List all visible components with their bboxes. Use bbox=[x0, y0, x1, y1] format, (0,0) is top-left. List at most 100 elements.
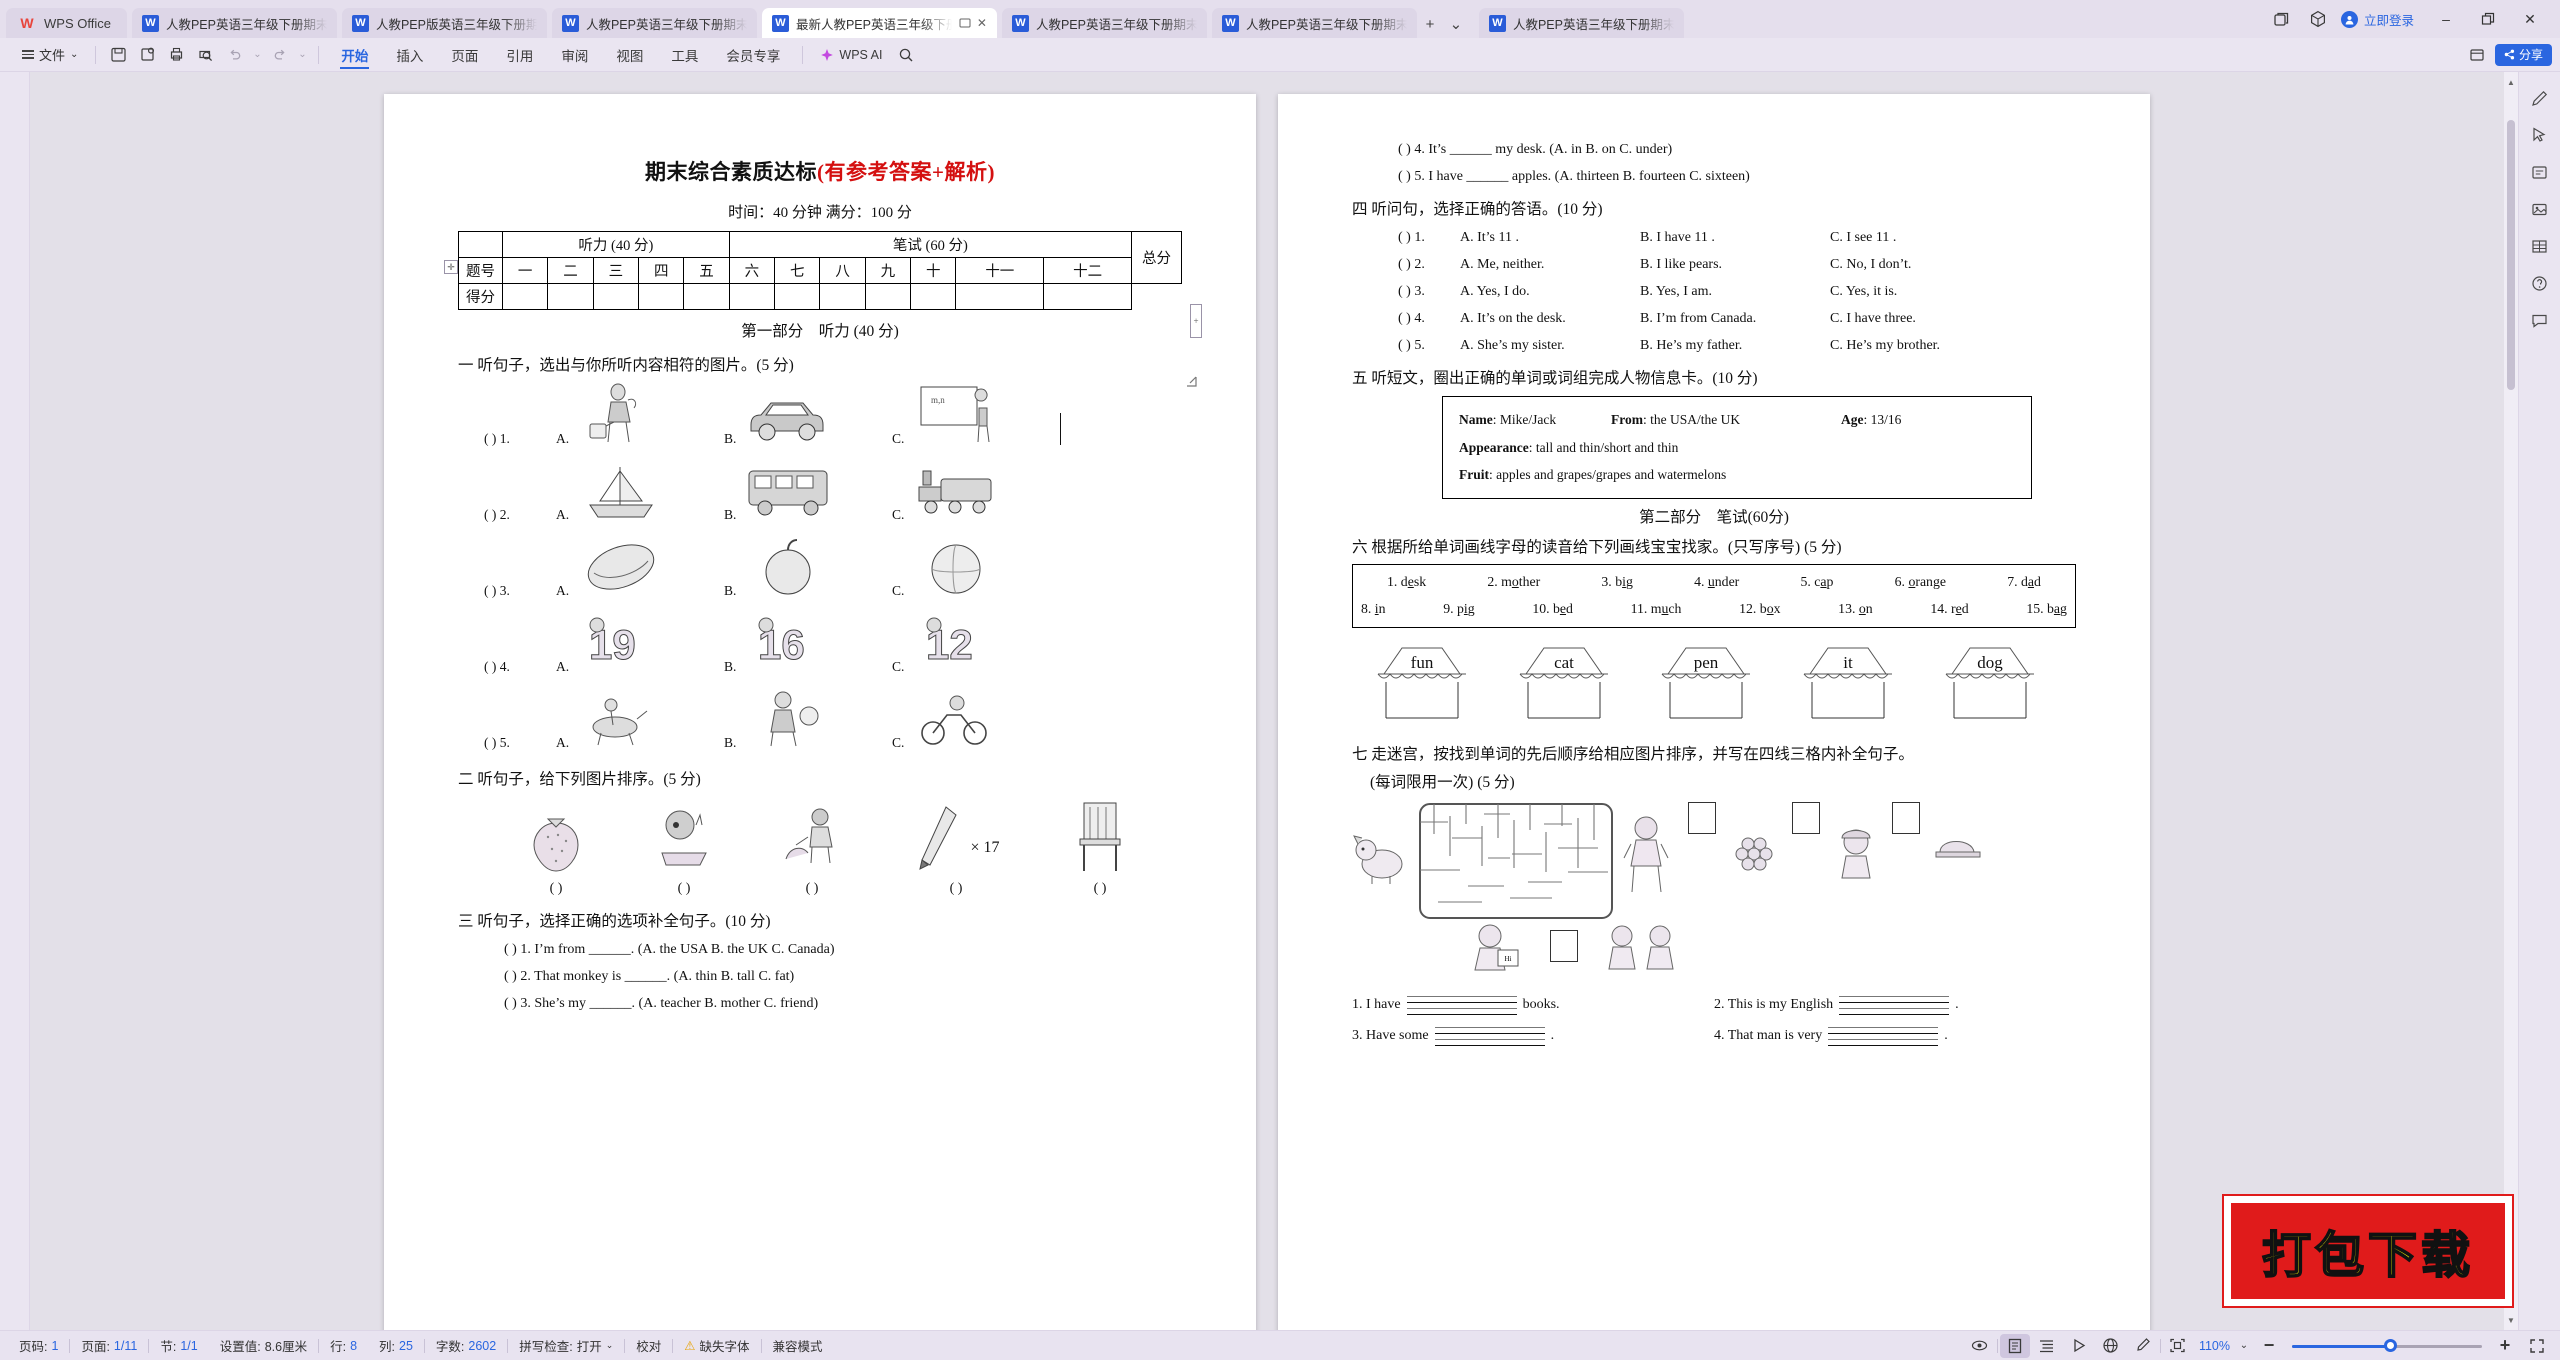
wps-ai-button[interactable]: WPS AI bbox=[812, 48, 890, 62]
status-proofread[interactable]: 校对 bbox=[625, 1336, 672, 1355]
wps-logo-icon: W bbox=[20, 15, 34, 31]
save-icon[interactable] bbox=[105, 42, 132, 68]
zoom-out-button[interactable]: − bbox=[2254, 1334, 2284, 1358]
tab-list-dropdown-icon[interactable]: ⌄ bbox=[1443, 10, 1469, 38]
status-section[interactable]: 节: 1/1 bbox=[149, 1336, 208, 1355]
ribbon-tab-start[interactable]: 开始 bbox=[328, 39, 381, 71]
scroll-down-icon[interactable]: ▼ bbox=[2504, 1312, 2518, 1328]
document-tab-3[interactable]: W 人教PEP英语三年级下册期末真题汇编 bbox=[551, 8, 757, 38]
ribbon-tab-tools[interactable]: 工具 bbox=[658, 39, 711, 71]
fit-page-icon[interactable] bbox=[2163, 1334, 2193, 1358]
zoom-slider[interactable] bbox=[2292, 1336, 2482, 1356]
zoom-in-button[interactable]: + bbox=[2490, 1334, 2520, 1358]
exam-subtitle: 时间：40 分钟 满分：100 分 bbox=[728, 205, 912, 221]
status-row[interactable]: 行: 8 bbox=[319, 1336, 368, 1355]
redo-dropdown-icon[interactable]: ⌄ bbox=[295, 42, 309, 68]
status-setting[interactable]: 设置值: 8.6厘米 bbox=[209, 1336, 318, 1355]
eye-view-icon[interactable] bbox=[1965, 1334, 1995, 1358]
question-3-1: ( ) 1. I’m from ______. (A. the USA B. t… bbox=[504, 942, 835, 957]
undo-dropdown-icon[interactable]: ⌄ bbox=[250, 42, 264, 68]
brush-view-icon[interactable] bbox=[2128, 1334, 2158, 1358]
presentation-view-icon[interactable] bbox=[2064, 1334, 2094, 1358]
four-line-grid[interactable] bbox=[1839, 995, 1950, 1015]
image-tool-icon[interactable] bbox=[2527, 197, 2553, 221]
document-page-right[interactable]: ( ) 4. It’s ______ my desk. (A. in B. on… bbox=[1278, 94, 2150, 1330]
web-view-icon[interactable] bbox=[2096, 1334, 2126, 1358]
table-corner-handle[interactable] bbox=[1184, 374, 1198, 388]
page-layout-view-icon[interactable] bbox=[1999, 1333, 2030, 1358]
ribbon-tab-view[interactable]: 视图 bbox=[603, 39, 656, 71]
score-table[interactable]: 听力 (40 分) 笔试 (60 分) 总分 题号 一 二 三 四 五 六 七 … bbox=[458, 231, 1182, 310]
status-page-number[interactable]: 页码: 1 bbox=[8, 1336, 69, 1355]
fullscreen-button[interactable] bbox=[2522, 1334, 2552, 1358]
four-line-grid[interactable] bbox=[1434, 1026, 1545, 1046]
apple-icon bbox=[740, 531, 836, 603]
answer-box-2[interactable] bbox=[1792, 801, 1820, 834]
table-resize-handle[interactable]: + bbox=[1190, 304, 1202, 338]
feedback-icon[interactable] bbox=[2527, 308, 2553, 332]
document-tab-2[interactable]: W 人教PEP版英语三年级下册期末基础达 bbox=[341, 8, 547, 38]
status-word-count[interactable]: 字数: 2602 bbox=[425, 1336, 507, 1355]
four-line-grid[interactable] bbox=[1406, 995, 1517, 1015]
save-as-cloud-icon[interactable] bbox=[134, 42, 161, 68]
undo-icon[interactable] bbox=[221, 42, 248, 68]
close-window-button[interactable]: ✕ bbox=[2510, 0, 2550, 38]
restore-window-button[interactable] bbox=[2468, 0, 2508, 38]
help-icon[interactable] bbox=[2527, 271, 2553, 295]
ribbon-tab-page[interactable]: 页面 bbox=[438, 39, 491, 71]
copy-window-icon[interactable] bbox=[2265, 4, 2299, 34]
outline-view-icon[interactable] bbox=[2032, 1334, 2062, 1358]
ocr-icon[interactable] bbox=[2527, 160, 2553, 184]
question-3-4: ( ) 4. It’s ______ my desk. (A. in B. on… bbox=[1398, 142, 1673, 157]
print-icon[interactable] bbox=[163, 42, 190, 68]
pen-tool-icon[interactable] bbox=[2527, 86, 2553, 110]
status-compat-mode[interactable]: 兼容模式 bbox=[762, 1336, 834, 1355]
document-tab-7[interactable]: W 人教PEP英语三年级下册期末能力训练 bbox=[1478, 8, 1684, 38]
ribbon-tab-review[interactable]: 审阅 bbox=[548, 39, 601, 71]
table-move-handle[interactable]: ✛ bbox=[444, 260, 458, 274]
search-icon[interactable] bbox=[892, 42, 919, 68]
svg-text:pen: pen bbox=[1694, 653, 1719, 672]
ribbon-tab-member[interactable]: 会员专享 bbox=[713, 39, 793, 71]
status-page-of[interactable]: 页面: 1/11 bbox=[70, 1336, 148, 1355]
four-line-grid[interactable] bbox=[1828, 1026, 1939, 1046]
status-missing-font[interactable]: ⚠ 缺失字体 bbox=[673, 1336, 760, 1355]
wps-office-label: WPS Office bbox=[44, 15, 111, 31]
cube-plugin-icon[interactable] bbox=[2301, 4, 2335, 34]
answer-box-1[interactable] bbox=[1688, 801, 1716, 834]
zoom-level-label[interactable]: 110% bbox=[2195, 1339, 2234, 1353]
share-button[interactable]: 分享 bbox=[2494, 43, 2552, 66]
new-tab-button[interactable]: + bbox=[1417, 10, 1443, 38]
document-tab-5[interactable]: W 人教PEP英语三年级下册期末真题汇编 bbox=[1001, 8, 1207, 38]
document-tab-6[interactable]: W 人教PEP英语三年级下册期末综合素质 bbox=[1211, 8, 1417, 38]
file-menu-button[interactable]: 文件 ⌄ bbox=[14, 42, 86, 68]
slider-knob[interactable] bbox=[2384, 1338, 2397, 1352]
scroll-up-icon[interactable]: ▲ bbox=[2504, 74, 2518, 90]
tab-close-icon[interactable]: ✕ bbox=[977, 17, 987, 29]
document-page-left[interactable]: 期末综合素质达标(有参考答案+解析) 时间：40 分钟 满分：100 分 ✛ 听… bbox=[384, 94, 1256, 1330]
redo-icon[interactable] bbox=[266, 42, 293, 68]
select-cursor-icon[interactable] bbox=[2527, 123, 2553, 147]
scrollbar-thumb[interactable] bbox=[2507, 120, 2515, 390]
vertical-scrollbar[interactable]: ▲ ▼ bbox=[2504, 72, 2518, 1330]
answer-box-3[interactable] bbox=[1892, 801, 1920, 834]
document-tab-4-active[interactable]: W 最新人教PEP英语三年级下册期 ✕ bbox=[761, 8, 997, 38]
zoom-dropdown-icon[interactable]: ⌄ bbox=[2236, 1334, 2252, 1358]
status-col[interactable]: 列: 25 bbox=[368, 1336, 424, 1355]
download-watermark[interactable]: 打包下载 bbox=[2224, 1196, 2512, 1306]
wps-office-home-tab[interactable]: W WPS Office bbox=[6, 8, 127, 38]
collapse-ribbon-icon[interactable] bbox=[2464, 42, 2491, 68]
house-item: it bbox=[1786, 640, 1910, 724]
table-header-total: 总分 bbox=[1131, 231, 1182, 284]
ribbon-tab-reference[interactable]: 引用 bbox=[493, 39, 546, 71]
answer-box-4[interactable] bbox=[1550, 929, 1578, 962]
pages-container: 期末综合素质达标(有参考答案+解析) 时间：40 分钟 满分：100 分 ✛ 听… bbox=[30, 72, 2504, 1330]
tab-snapshot-icon[interactable] bbox=[959, 17, 971, 29]
document-tab-1[interactable]: W 人教PEP英语三年级下册期末综合素质 bbox=[131, 8, 337, 38]
status-spellcheck[interactable]: 拼写检查: 打开 ⌄ bbox=[508, 1336, 624, 1355]
login-button[interactable]: 立即登录 bbox=[2337, 4, 2424, 34]
ribbon-tab-insert[interactable]: 插入 bbox=[383, 39, 436, 71]
print-preview-icon[interactable] bbox=[192, 42, 219, 68]
table-tool-icon[interactable] bbox=[2527, 234, 2553, 258]
minimize-window-button[interactable]: – bbox=[2426, 0, 2466, 38]
